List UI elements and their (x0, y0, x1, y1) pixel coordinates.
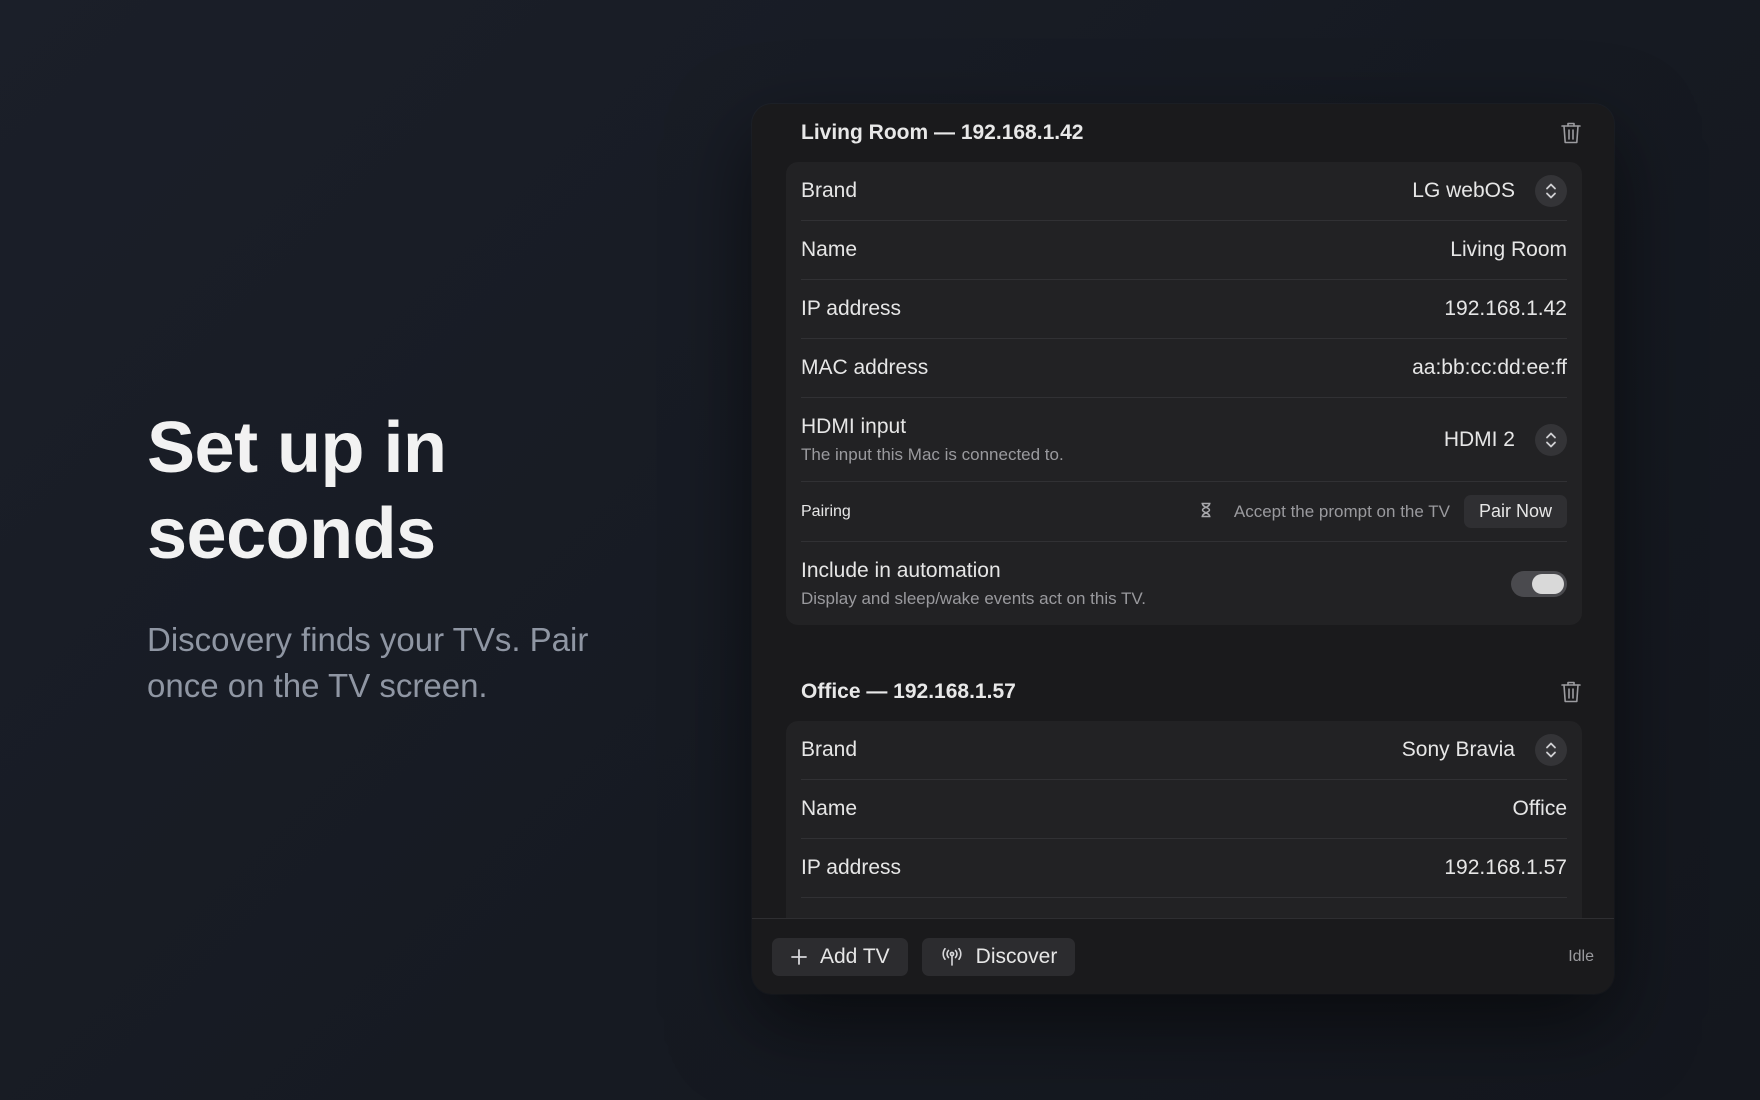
brand-popup[interactable]: Sony Bravia (1402, 734, 1567, 766)
chevron-up-down-icon[interactable] (1535, 423, 1567, 456)
add-tv-button[interactable]: Add TV (772, 937, 908, 976)
hero-title: Set up in seconds (147, 405, 667, 577)
tv-title: Office — 192.168.1.57 (801, 680, 1016, 703)
ip-field[interactable]: 192.168.1.57 (1444, 856, 1567, 880)
hdmi-row: HDMI input The input this Mac is connect… (801, 398, 1567, 482)
brand-row: Brand LG webOS (801, 162, 1567, 221)
hero-subtitle: Discovery finds your TVs. Pair once on t… (147, 617, 667, 709)
toggle-knob (1532, 573, 1564, 594)
automation-toggle[interactable] (1511, 570, 1567, 597)
hero-title-line1: Set up in (147, 408, 447, 488)
name-field[interactable]: Living Room (1450, 238, 1567, 262)
hdmi-description: The input this Mac is connected to. (801, 444, 1064, 464)
automation-label-group: Include in automation Display and sleep/… (801, 559, 1146, 609)
trash-icon[interactable] (1560, 121, 1582, 145)
hero: Set up in seconds Discovery finds your T… (147, 405, 667, 709)
name-row: Name Living Room (801, 221, 1567, 280)
name-label: Name (801, 797, 858, 820)
hdmi-label: HDMI input (801, 414, 907, 438)
brand-row: Brand Sony Bravia (801, 721, 1567, 780)
automation-label: Include in automation (801, 558, 1001, 582)
tv-settings-group: Brand Sony Bravia Name Office IP address… (786, 721, 1582, 918)
add-tv-label: Add TV (820, 944, 890, 968)
ip-label: IP address (801, 297, 902, 320)
ip-row: IP address 192.168.1.57 (801, 839, 1567, 898)
name-row: Name Office (801, 780, 1567, 839)
tv-title: Living Room — 192.168.1.42 (801, 121, 1084, 144)
pairing-status: Accept the prompt on the TV (1233, 501, 1450, 521)
automation-description: Display and sleep/wake events act on thi… (801, 588, 1146, 608)
mac-row: MAC address aa:bb:cc:dd:ee:ff (801, 339, 1567, 398)
antenna-icon (940, 947, 964, 966)
brand-label: Brand (801, 738, 858, 761)
brand-label: Brand (801, 179, 858, 202)
tv-settings-group: Brand LG webOS Name Living Room IP addre… (786, 162, 1582, 625)
discover-button[interactable]: Discover (921, 937, 1076, 976)
footer-toolbar: Add TV Discover Idle (752, 918, 1614, 994)
discovery-status: Idle (1568, 947, 1594, 965)
hdmi-value: HDMI 2 (1443, 427, 1515, 451)
pairing-controls: Accept the prompt on the TV Pair Now (1200, 495, 1567, 528)
mac-label: MAC address (801, 356, 929, 379)
discover-label: Discover (975, 944, 1058, 968)
chevron-up-down-icon[interactable] (1535, 734, 1567, 766)
hero-title-line2: seconds (147, 494, 436, 574)
brand-value: LG webOS (1412, 179, 1515, 202)
plus-icon (790, 948, 808, 966)
pairing-row: Pairing Accept the prompt on the TV Pair… (801, 482, 1567, 542)
hero-subtitle-line1: Discovery finds your TVs. Pair (147, 621, 589, 658)
tv-header: Office — 192.168.1.57 (752, 663, 1614, 721)
hdmi-popup[interactable]: HDMI 2 (1443, 423, 1567, 456)
mac-field[interactable]: aa:bb:cc:dd:ee:ff (1412, 356, 1567, 380)
tv-settings-window: Living Room — 192.168.1.42 Brand LG webO… (752, 104, 1614, 994)
tv-header: Living Room — 192.168.1.42 (752, 104, 1614, 162)
name-label: Name (801, 238, 858, 261)
chevron-up-down-icon[interactable] (1535, 175, 1567, 207)
ip-field[interactable]: 192.168.1.42 (1444, 297, 1567, 321)
pair-now-button[interactable]: Pair Now (1463, 495, 1567, 528)
hdmi-label-group: HDMI input The input this Mac is connect… (801, 415, 1064, 465)
name-field[interactable]: Office (1513, 797, 1567, 821)
tv-list[interactable]: Living Room — 192.168.1.42 Brand LG webO… (752, 104, 1614, 918)
pairing-label: Pairing (801, 502, 851, 520)
ip-label: IP address (801, 856, 902, 879)
ip-row: IP address 192.168.1.42 (801, 280, 1567, 339)
brand-popup[interactable]: LG webOS (1412, 175, 1567, 207)
automation-row: Include in automation Display and sleep/… (801, 542, 1567, 625)
mac-row-partial (801, 898, 1567, 918)
hero-subtitle-line2: once on the TV screen. (147, 667, 488, 704)
trash-icon[interactable] (1560, 680, 1582, 704)
brand-value: Sony Bravia (1401, 738, 1515, 761)
hourglass-icon (1200, 502, 1212, 522)
